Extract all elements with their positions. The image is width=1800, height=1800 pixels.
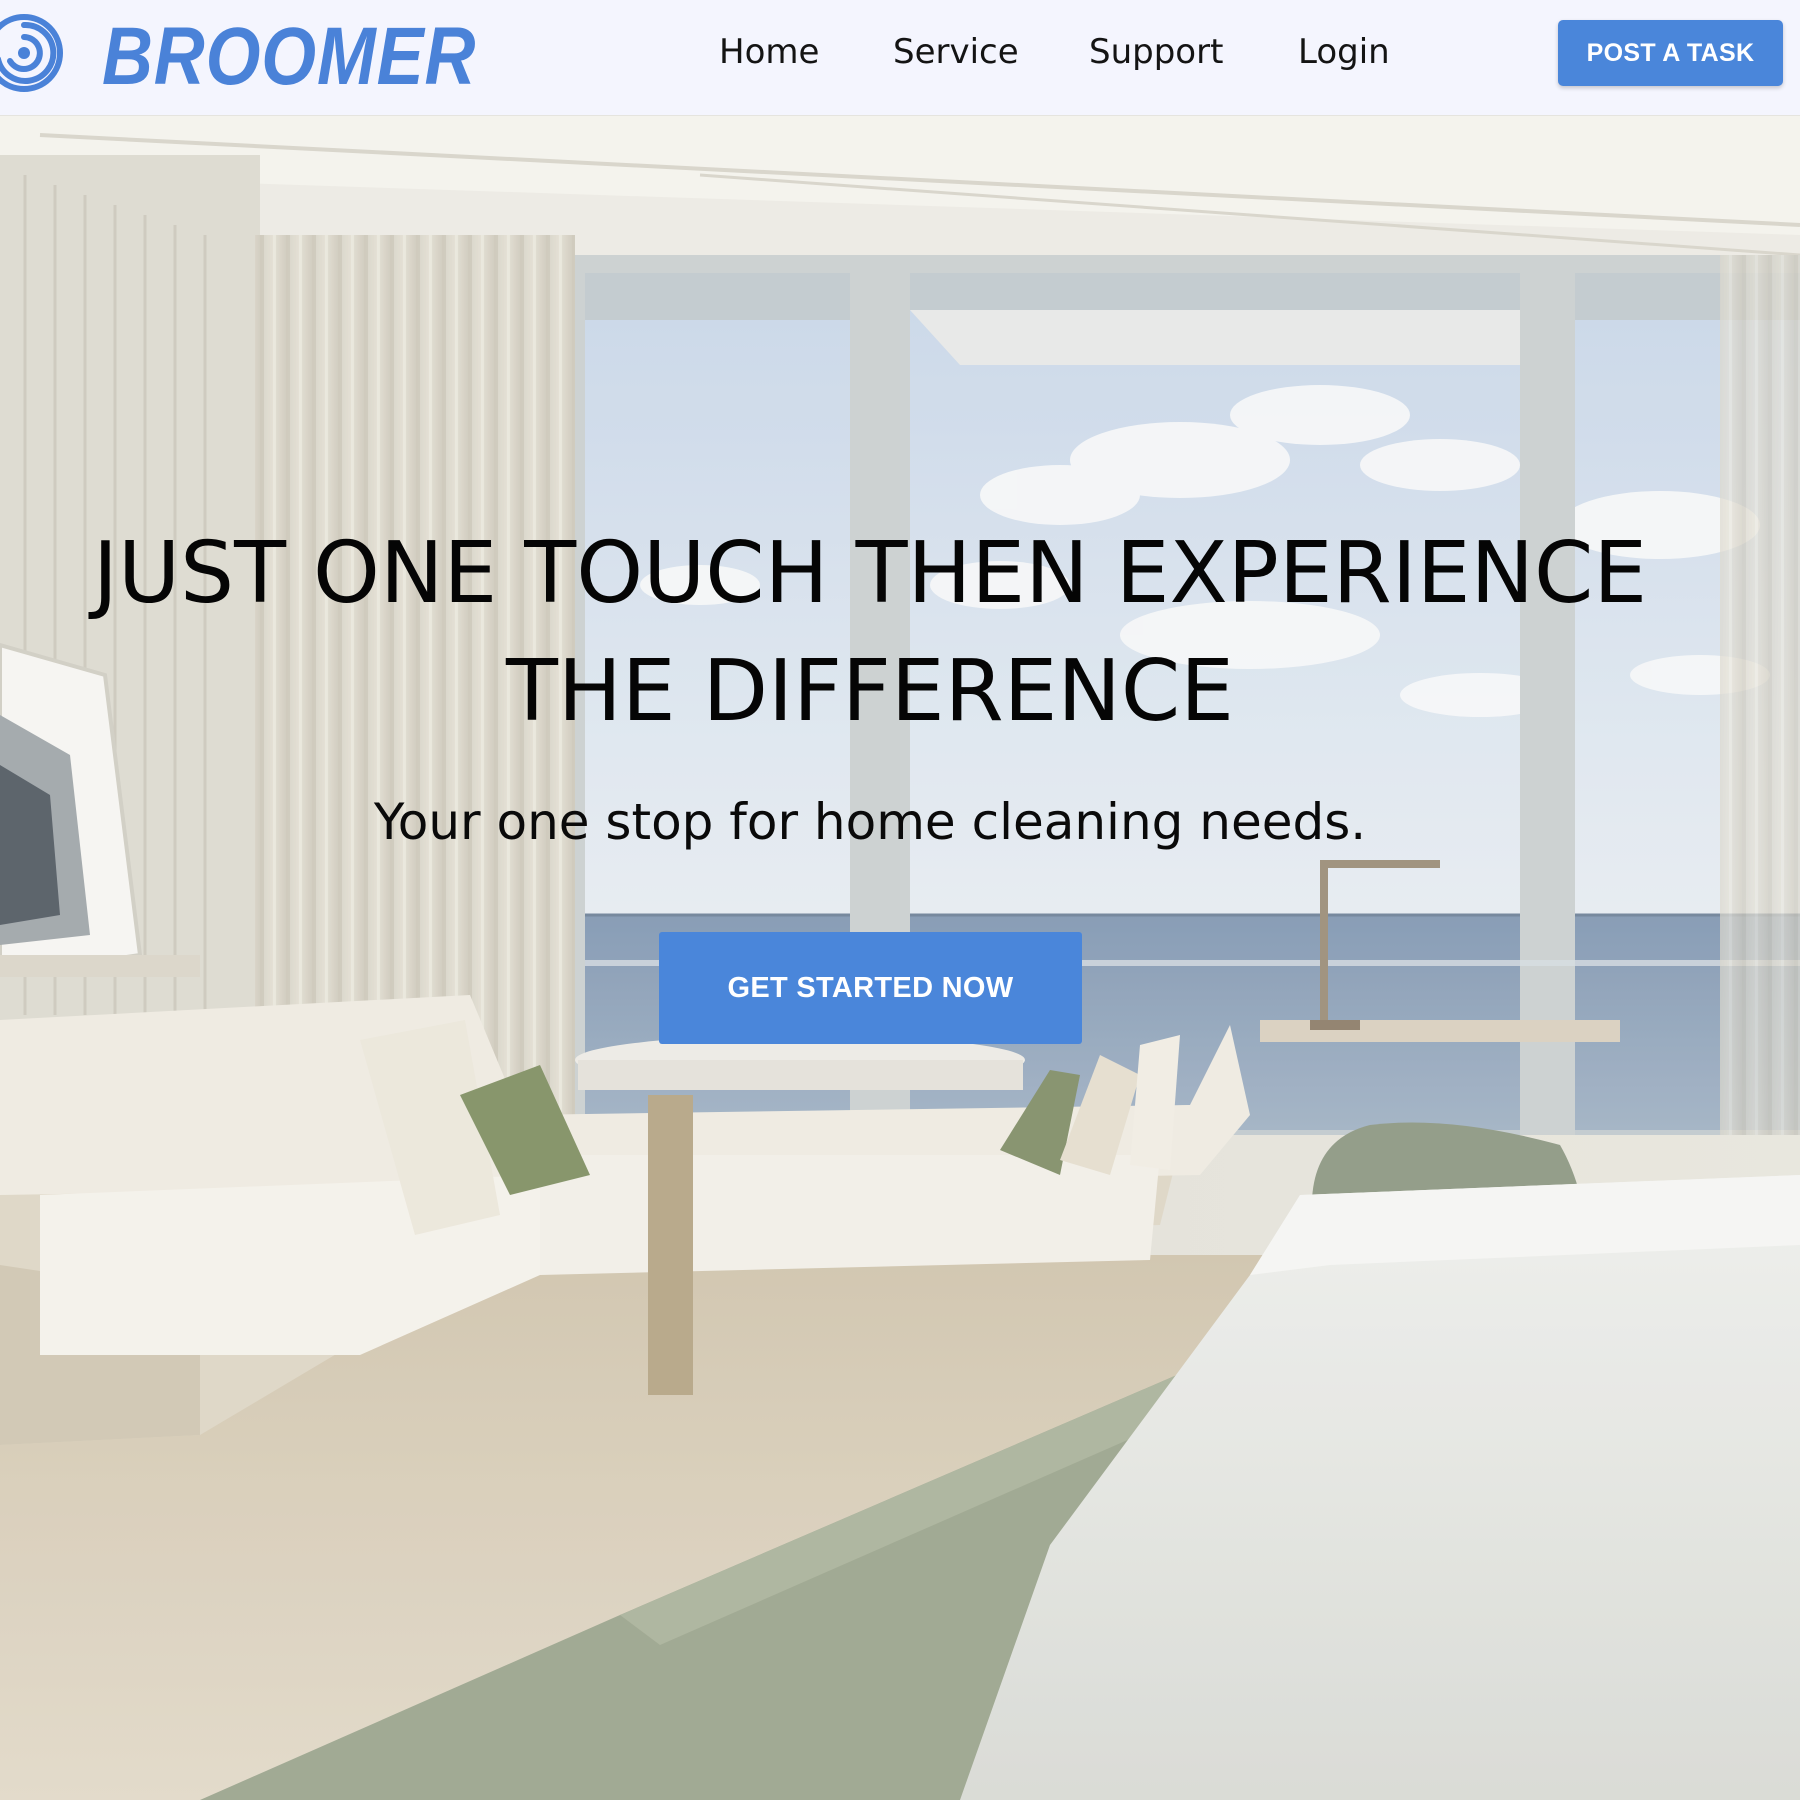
nav-link-home[interactable]: Home bbox=[719, 30, 819, 74]
hero-title: JUST ONE TOUCH THEN EXPERIENCE THE DIFFE… bbox=[0, 515, 1740, 751]
hero-title-line-1: JUST ONE TOUCH THEN EXPERIENCE bbox=[92, 524, 1648, 623]
hero-subtitle: Your one stop for home cleaning needs. bbox=[373, 793, 1367, 851]
hero-title-line-2: THE DIFFERENCE bbox=[506, 642, 1234, 741]
get-started-button[interactable]: GET STARTED NOW bbox=[659, 932, 1082, 1044]
nav-link-login[interactable]: Login bbox=[1298, 30, 1390, 74]
main-nav: Home Service Support Login bbox=[0, 0, 1800, 108]
hero-section: JUST ONE TOUCH THEN EXPERIENCE THE DIFFE… bbox=[0, 115, 1800, 1800]
nav-link-support[interactable]: Support bbox=[1089, 30, 1223, 74]
top-navbar: BROOMER Home Service Support Login POST … bbox=[0, 0, 1800, 115]
post-task-button[interactable]: POST A TASK bbox=[1558, 20, 1783, 86]
nav-link-service[interactable]: Service bbox=[893, 30, 1019, 74]
